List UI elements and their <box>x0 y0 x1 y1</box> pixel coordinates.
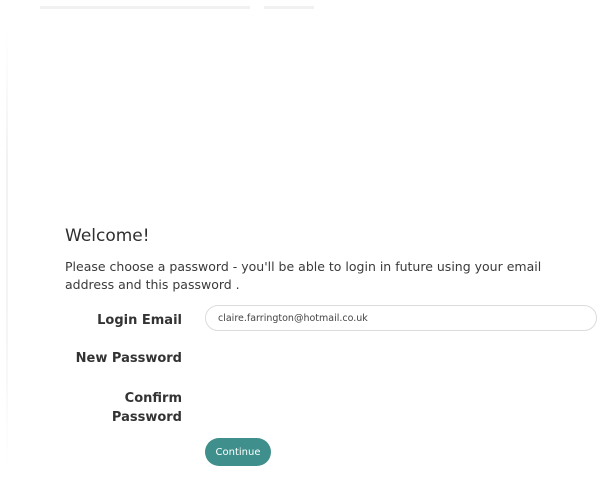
continue-button[interactable]: Continue <box>205 438 271 466</box>
password-setup-page: Welcome! Please choose a password - you'… <box>0 0 608 488</box>
top-strip-segment <box>40 6 250 9</box>
page-title: Welcome! <box>65 226 150 246</box>
new-password-label: New Password <box>75 351 182 366</box>
confirm-password-label: Confirm Password <box>111 391 182 425</box>
top-strip-segment <box>264 6 314 9</box>
top-strip <box>40 6 320 9</box>
confirm-password-field[interactable] <box>205 395 597 421</box>
email-label: Login Email <box>97 313 182 328</box>
email-field[interactable] <box>205 305 597 331</box>
left-edge-divider <box>6 30 8 470</box>
intro-text: Please choose a password - you'll be abl… <box>65 259 542 292</box>
new-password-field[interactable] <box>205 345 597 371</box>
